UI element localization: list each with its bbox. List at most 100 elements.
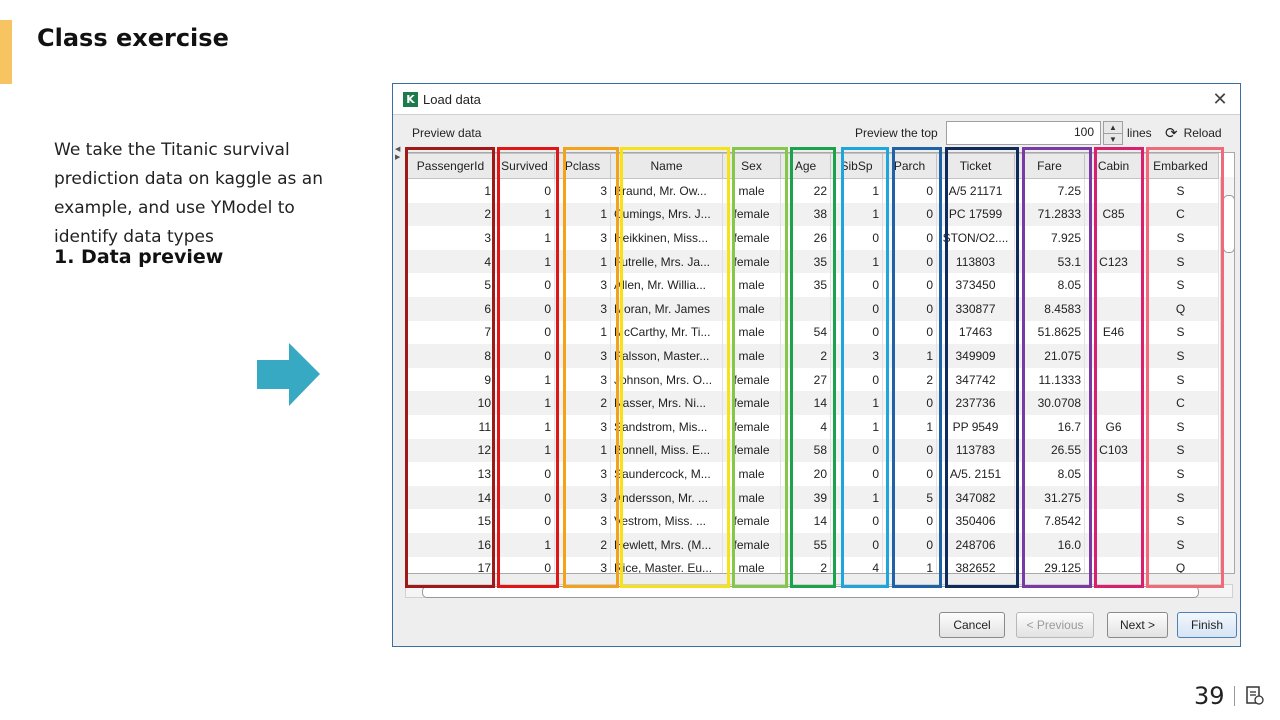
table-cell[interactable]: 2 <box>780 344 831 368</box>
table-cell[interactable] <box>1084 485 1143 510</box>
table-row[interactable]: 2 1 1 Cumings, Mrs. J... female 38 1 0 PC 17599 7… <box>406 202 1219 227</box>
table-cell[interactable]: S <box>1142 438 1219 463</box>
table-cell[interactable]: 0 <box>830 320 883 345</box>
table-cell[interactable]: S <box>1142 532 1219 557</box>
table-cell[interactable]: 1 <box>554 249 611 274</box>
table-cell[interactable]: 5 <box>882 485 937 510</box>
table-row[interactable]: 16 1 2 Hewlett, Mrs. (M... female 55 0 0 248706 1… <box>406 532 1219 557</box>
table-row[interactable]: 11 1 3 Sandstrom, Mis... female 4 1 1 PP 9549 16.… <box>406 414 1219 439</box>
table-cell[interactable] <box>1084 344 1143 368</box>
table-cell[interactable]: 0 <box>494 344 555 368</box>
table-cell[interactable]: 35 <box>780 273 831 297</box>
column-header[interactable]: Pclass <box>554 153 611 179</box>
table-cell[interactable]: 39 <box>780 485 831 510</box>
table-cell[interactable]: 3 <box>554 344 611 368</box>
column-header[interactable]: Parch <box>882 153 937 179</box>
table-cell[interactable]: male <box>722 273 781 297</box>
table-cell[interactable]: S <box>1142 462 1219 486</box>
table-cell[interactable]: male <box>722 296 781 321</box>
horizontal-scroll-thumb[interactable] <box>422 586 1199 598</box>
table-cell[interactable]: 0 <box>830 532 883 557</box>
table-cell[interactable]: Cumings, Mrs. J... <box>610 202 723 227</box>
spinner-down-icon[interactable]: ▼ <box>1104 134 1122 145</box>
table-cell[interactable]: 20 <box>780 462 831 486</box>
table-cell[interactable]: 0 <box>882 462 937 486</box>
table-cell[interactable]: 53.1 <box>1014 249 1085 274</box>
column-header[interactable]: Age <box>780 153 831 179</box>
table-cell[interactable]: female <box>722 509 781 533</box>
table-cell[interactable]: 29.125 <box>1014 556 1085 573</box>
table-cell[interactable]: Palsson, Master... <box>610 344 723 368</box>
table-cell[interactable]: 1 <box>830 178 883 203</box>
previous-button[interactable]: < Previous <box>1016 612 1094 638</box>
column-header[interactable]: Ticket <box>936 153 1015 179</box>
table-cell[interactable]: 1 <box>494 532 555 557</box>
table-cell[interactable]: 1 <box>830 202 883 227</box>
table-cell[interactable]: S <box>1142 509 1219 533</box>
column-header[interactable]: Name <box>610 153 723 179</box>
table-cell[interactable]: female <box>722 367 781 392</box>
table-cell[interactable]: C <box>1142 391 1219 415</box>
table-row[interactable]: 10 1 2 Nasser, Mrs. Ni... female 14 1 0 237736 30… <box>406 391 1219 415</box>
table-cell[interactable]: 17 <box>406 556 495 573</box>
table-cell[interactable]: S <box>1142 273 1219 297</box>
table-cell[interactable]: A/5. 2151 <box>936 462 1015 486</box>
notes-icon[interactable] <box>1245 686 1265 706</box>
table-cell[interactable]: S <box>1142 320 1219 345</box>
table-cell[interactable]: 15 <box>406 509 495 533</box>
table-cell[interactable]: S <box>1142 249 1219 274</box>
table-cell[interactable]: 11.1333 <box>1014 367 1085 392</box>
table-cell[interactable]: 0 <box>494 556 555 573</box>
table-cell[interactable]: 0 <box>830 226 883 250</box>
table-row[interactable]: 13 0 3 Saundercock, M... male 20 0 0 A/5. 2151 8.… <box>406 462 1219 486</box>
table-cell[interactable]: 27 <box>780 367 831 392</box>
finish-button[interactable]: Finish <box>1177 612 1237 638</box>
table-cell[interactable] <box>1084 226 1143 250</box>
table-cell[interactable]: 8.4583 <box>1014 296 1085 321</box>
table-cell[interactable]: 9 <box>406 367 495 392</box>
table-cell[interactable]: 3 <box>554 296 611 321</box>
table-cell[interactable]: 30.0708 <box>1014 391 1085 415</box>
table-row[interactable]: 7 0 1 McCarthy, Mr. Ti... male 54 0 0 17463 51.86… <box>406 320 1219 345</box>
table-cell[interactable]: 14 <box>406 485 495 510</box>
table-cell[interactable]: 8.05 <box>1014 273 1085 297</box>
table-cell[interactable]: Rice, Master. Eu... <box>610 556 723 573</box>
table-cell[interactable]: 7.8542 <box>1014 509 1085 533</box>
table-cell[interactable]: 0 <box>882 532 937 557</box>
table-cell[interactable]: 0 <box>494 320 555 345</box>
table-cell[interactable]: 1 <box>554 438 611 463</box>
table-cell[interactable]: 3 <box>554 485 611 510</box>
table-cell[interactable]: Saundercock, M... <box>610 462 723 486</box>
table-cell[interactable]: Johnson, Mrs. O... <box>610 367 723 392</box>
table-cell[interactable]: 3 <box>830 344 883 368</box>
table-cell[interactable]: 382652 <box>936 556 1015 573</box>
table-row[interactable]: 15 0 3 Vestrom, Miss. ... female 14 0 0 350406 7.… <box>406 509 1219 533</box>
table-cell[interactable]: 347082 <box>936 485 1015 510</box>
table-row[interactable]: 8 0 3 Palsson, Master... male 2 3 1 349909 21.075… <box>406 344 1219 368</box>
column-header[interactable]: PassengerId <box>406 153 495 179</box>
table-cell[interactable]: male <box>722 178 781 203</box>
table-cell[interactable]: 14 <box>780 509 831 533</box>
table-cell[interactable]: 31.275 <box>1014 485 1085 510</box>
table-cell[interactable]: 248706 <box>936 532 1015 557</box>
table-cell[interactable]: C85 <box>1084 202 1143 227</box>
table-cell[interactable]: Moran, Mr. James <box>610 296 723 321</box>
table-cell[interactable]: 22 <box>780 178 831 203</box>
table-cell[interactable]: 113783 <box>936 438 1015 463</box>
vertical-scroll-thumb[interactable] <box>1223 195 1234 253</box>
table-cell[interactable]: 2 <box>882 367 937 392</box>
table-cell[interactable]: 1 <box>882 556 937 573</box>
table-cell[interactable]: female <box>722 202 781 227</box>
table-cell[interactable]: 51.8625 <box>1014 320 1085 345</box>
table-cell[interactable]: 1 <box>494 414 555 439</box>
table-cell[interactable] <box>1084 532 1143 557</box>
table-cell[interactable]: 2 <box>406 202 495 227</box>
table-cell[interactable]: 71.2833 <box>1014 202 1085 227</box>
table-cell[interactable]: 0 <box>882 178 937 203</box>
table-cell[interactable]: male <box>722 485 781 510</box>
table-cell[interactable]: 1 <box>882 414 937 439</box>
table-cell[interactable]: Vestrom, Miss. ... <box>610 509 723 533</box>
reload-button[interactable]: ⟳ Reload <box>1165 124 1222 142</box>
table-cell[interactable]: 38 <box>780 202 831 227</box>
table-cell[interactable]: 0 <box>494 273 555 297</box>
